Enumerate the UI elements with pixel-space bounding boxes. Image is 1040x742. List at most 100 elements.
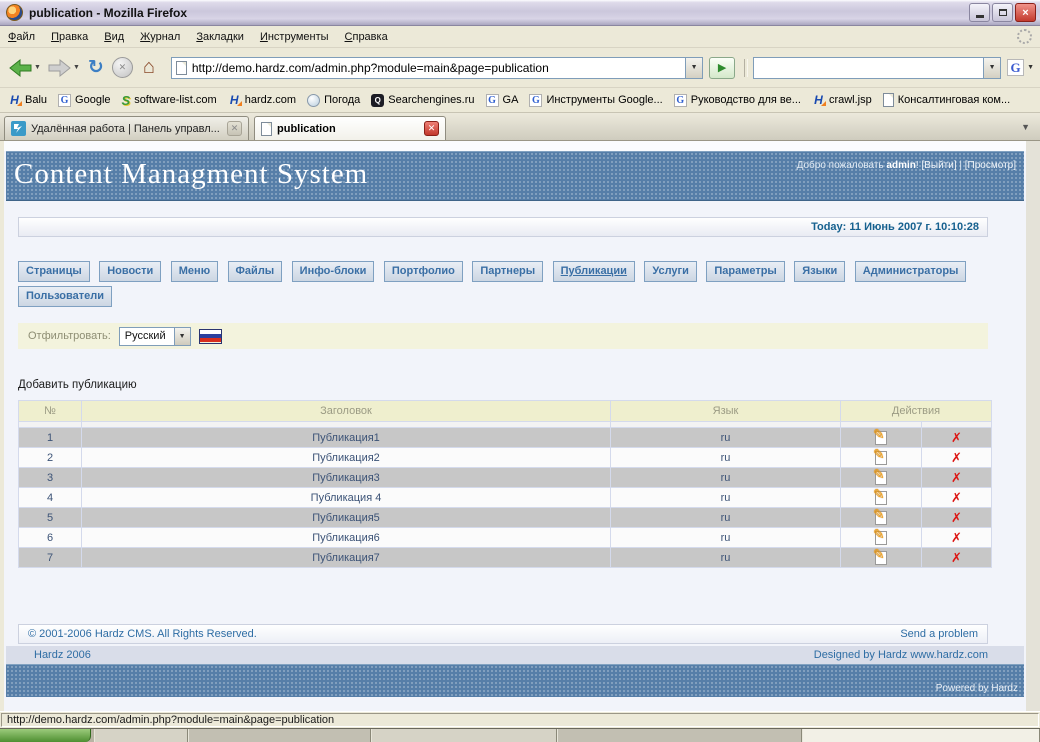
row-number: 1 [19,428,81,447]
nav-partners-button[interactable]: Партнеры [472,261,543,282]
tab-close-icon[interactable]: ✕ [424,121,439,136]
edit-icon[interactable] [875,551,887,565]
go-button[interactable]: ▶ [709,57,735,79]
bookmark-ga[interactable]: GGA [486,94,519,107]
bookmark-google-tools[interactable]: GИнструменты Google... [529,94,662,107]
delete-icon[interactable]: ✗ [951,550,962,565]
tab-list-dropdown-icon[interactable]: ▼ [1015,122,1036,132]
forward-dropdown-icon[interactable]: ▼ [73,64,80,71]
bookmark-software-list[interactable]: Ssoftware-list.com [122,93,217,108]
bookmark-webmaster-guide[interactable]: GРуководство для ве... [674,94,801,107]
tab-remote-work[interactable]: Удалённая работа | Панель управл... ✕ [4,116,249,140]
search-input[interactable] [754,61,983,75]
today-bar: Today: 11 Июнь 2007 г. 10:10:28 [18,217,988,237]
publication-title: Публикация6 [82,528,610,547]
google-icon: G [486,94,499,107]
nav-services-button[interactable]: Услуги [644,261,697,282]
tab-publication[interactable]: publication ✕ [254,116,446,140]
delete-icon[interactable]: ✗ [951,430,962,445]
nav-files-button[interactable]: Файлы [228,261,283,282]
menu-history[interactable]: Журнал [140,31,180,43]
nav-languages-button[interactable]: Языки [794,261,845,282]
delete-icon[interactable]: ✗ [951,470,962,485]
bookmark-balu[interactable]: HBalu [8,93,47,107]
nav-menu-button[interactable]: Меню [171,261,218,282]
back-dropdown-icon[interactable]: ▼ [34,64,41,71]
nav-pages-button[interactable]: Страницы [18,261,90,282]
menu-file[interactable]: Файл [8,31,35,43]
nav-news-button[interactable]: Новости [99,261,161,282]
url-history-dropdown[interactable]: ▼ [685,58,702,78]
edit-icon[interactable] [875,531,887,545]
logout-link[interactable]: [Выйти] [921,160,956,171]
nav-users-button[interactable]: Пользователи [18,286,112,307]
nav-administrators-button[interactable]: Администраторы [855,261,967,282]
hardz-icon: H [812,93,825,107]
nav-parameters-button[interactable]: Параметры [706,261,784,282]
stop-icon: ✕ [112,57,133,78]
delete-icon[interactable]: ✗ [951,450,962,465]
delete-icon[interactable]: ✗ [951,510,962,525]
close-button[interactable]: × [1015,3,1036,22]
bookmark-crawl-jsp[interactable]: Hcrawl.jsp [812,93,872,107]
col-language: Язык [611,401,840,421]
publication-title: Публикация2 [82,448,610,467]
search-dropdown[interactable]: ▼ [983,58,1000,78]
minimize-button[interactable] [969,3,990,22]
menu-bookmarks[interactable]: Закладки [196,31,244,43]
menu-view[interactable]: Вид [104,31,124,43]
stop-button[interactable]: ✕ [110,55,135,80]
send-problem-link[interactable]: Send a problem [900,628,978,640]
throbber-icon [1017,29,1032,44]
weather-icon [307,94,320,107]
bookmark-consulting[interactable]: Консалтинговая ком... [883,93,1010,107]
preview-link[interactable]: [Просмотр] [965,160,1016,171]
designed-by-link[interactable]: Designed by Hardz www.hardz.com [814,649,988,661]
chevron-down-icon[interactable]: ▼ [174,328,190,345]
nav-portfolio-button[interactable]: Портфолио [384,261,463,282]
bookmark-weather[interactable]: Погода [307,94,360,107]
publication-language: ru [611,448,840,467]
bookmark-google[interactable]: GGoogle [58,94,110,107]
edit-icon[interactable] [875,471,887,485]
taskbar-button[interactable] [557,729,802,742]
title-bar: publication - Mozilla Firefox × [0,0,1040,26]
language-select[interactable]: Русский ▼ [119,327,191,346]
back-button[interactable]: ▼ [6,56,43,80]
delete-icon[interactable]: ✗ [951,530,962,545]
edit-icon[interactable] [875,491,887,505]
home-button[interactable]: ⌂ [137,56,161,80]
google-engine-icon[interactable]: G [1007,59,1024,76]
taskbar-button[interactable] [371,729,557,742]
add-publication-link[interactable]: Добавить публикацию [18,379,137,391]
publications-table: № Заголовок Язык Действия 1 Публикация1 … [18,400,992,568]
taskbar-button[interactable] [188,729,371,742]
table-row: 5 Публикация5 ru ✗ [19,508,991,527]
url-input[interactable] [192,61,685,75]
reload-button[interactable]: ↻ [84,56,108,80]
delete-icon[interactable]: ✗ [951,490,962,505]
toolbar-grip[interactable] [744,59,748,77]
start-button[interactable] [0,729,91,742]
restore-button[interactable] [992,3,1013,22]
bookmark-hardz[interactable]: Hhardz.com [228,93,296,107]
tab-close-icon[interactable]: ✕ [227,121,242,136]
edit-icon[interactable] [875,431,887,445]
menu-help[interactable]: Справка [345,31,388,43]
menu-edit[interactable]: Правка [51,31,88,43]
edit-icon[interactable] [875,451,887,465]
nav-publications-button[interactable]: Публикации [553,261,635,282]
menu-tools[interactable]: Инструменты [260,31,329,43]
taskbar-button[interactable] [802,729,1040,742]
browser-window: publication - Mozilla Firefox × Файл Пра… [0,0,1040,742]
page-favicon-icon [261,122,272,136]
engine-dropdown-icon[interactable]: ▼ [1027,64,1034,71]
nav-infoblocks-button[interactable]: Инфо-блоки [292,261,375,282]
forward-button[interactable]: ▼ [45,56,82,80]
taskbar-button[interactable] [94,729,188,742]
bookmark-searchengines[interactable]: QSearchengines.ru [371,94,474,107]
table-row: 3 Публикация3 ru ✗ [19,468,991,487]
tab-bar: Удалённая работа | Панель управл... ✕ pu… [0,113,1040,141]
edit-icon[interactable] [875,511,887,525]
google-icon: G [58,94,71,107]
